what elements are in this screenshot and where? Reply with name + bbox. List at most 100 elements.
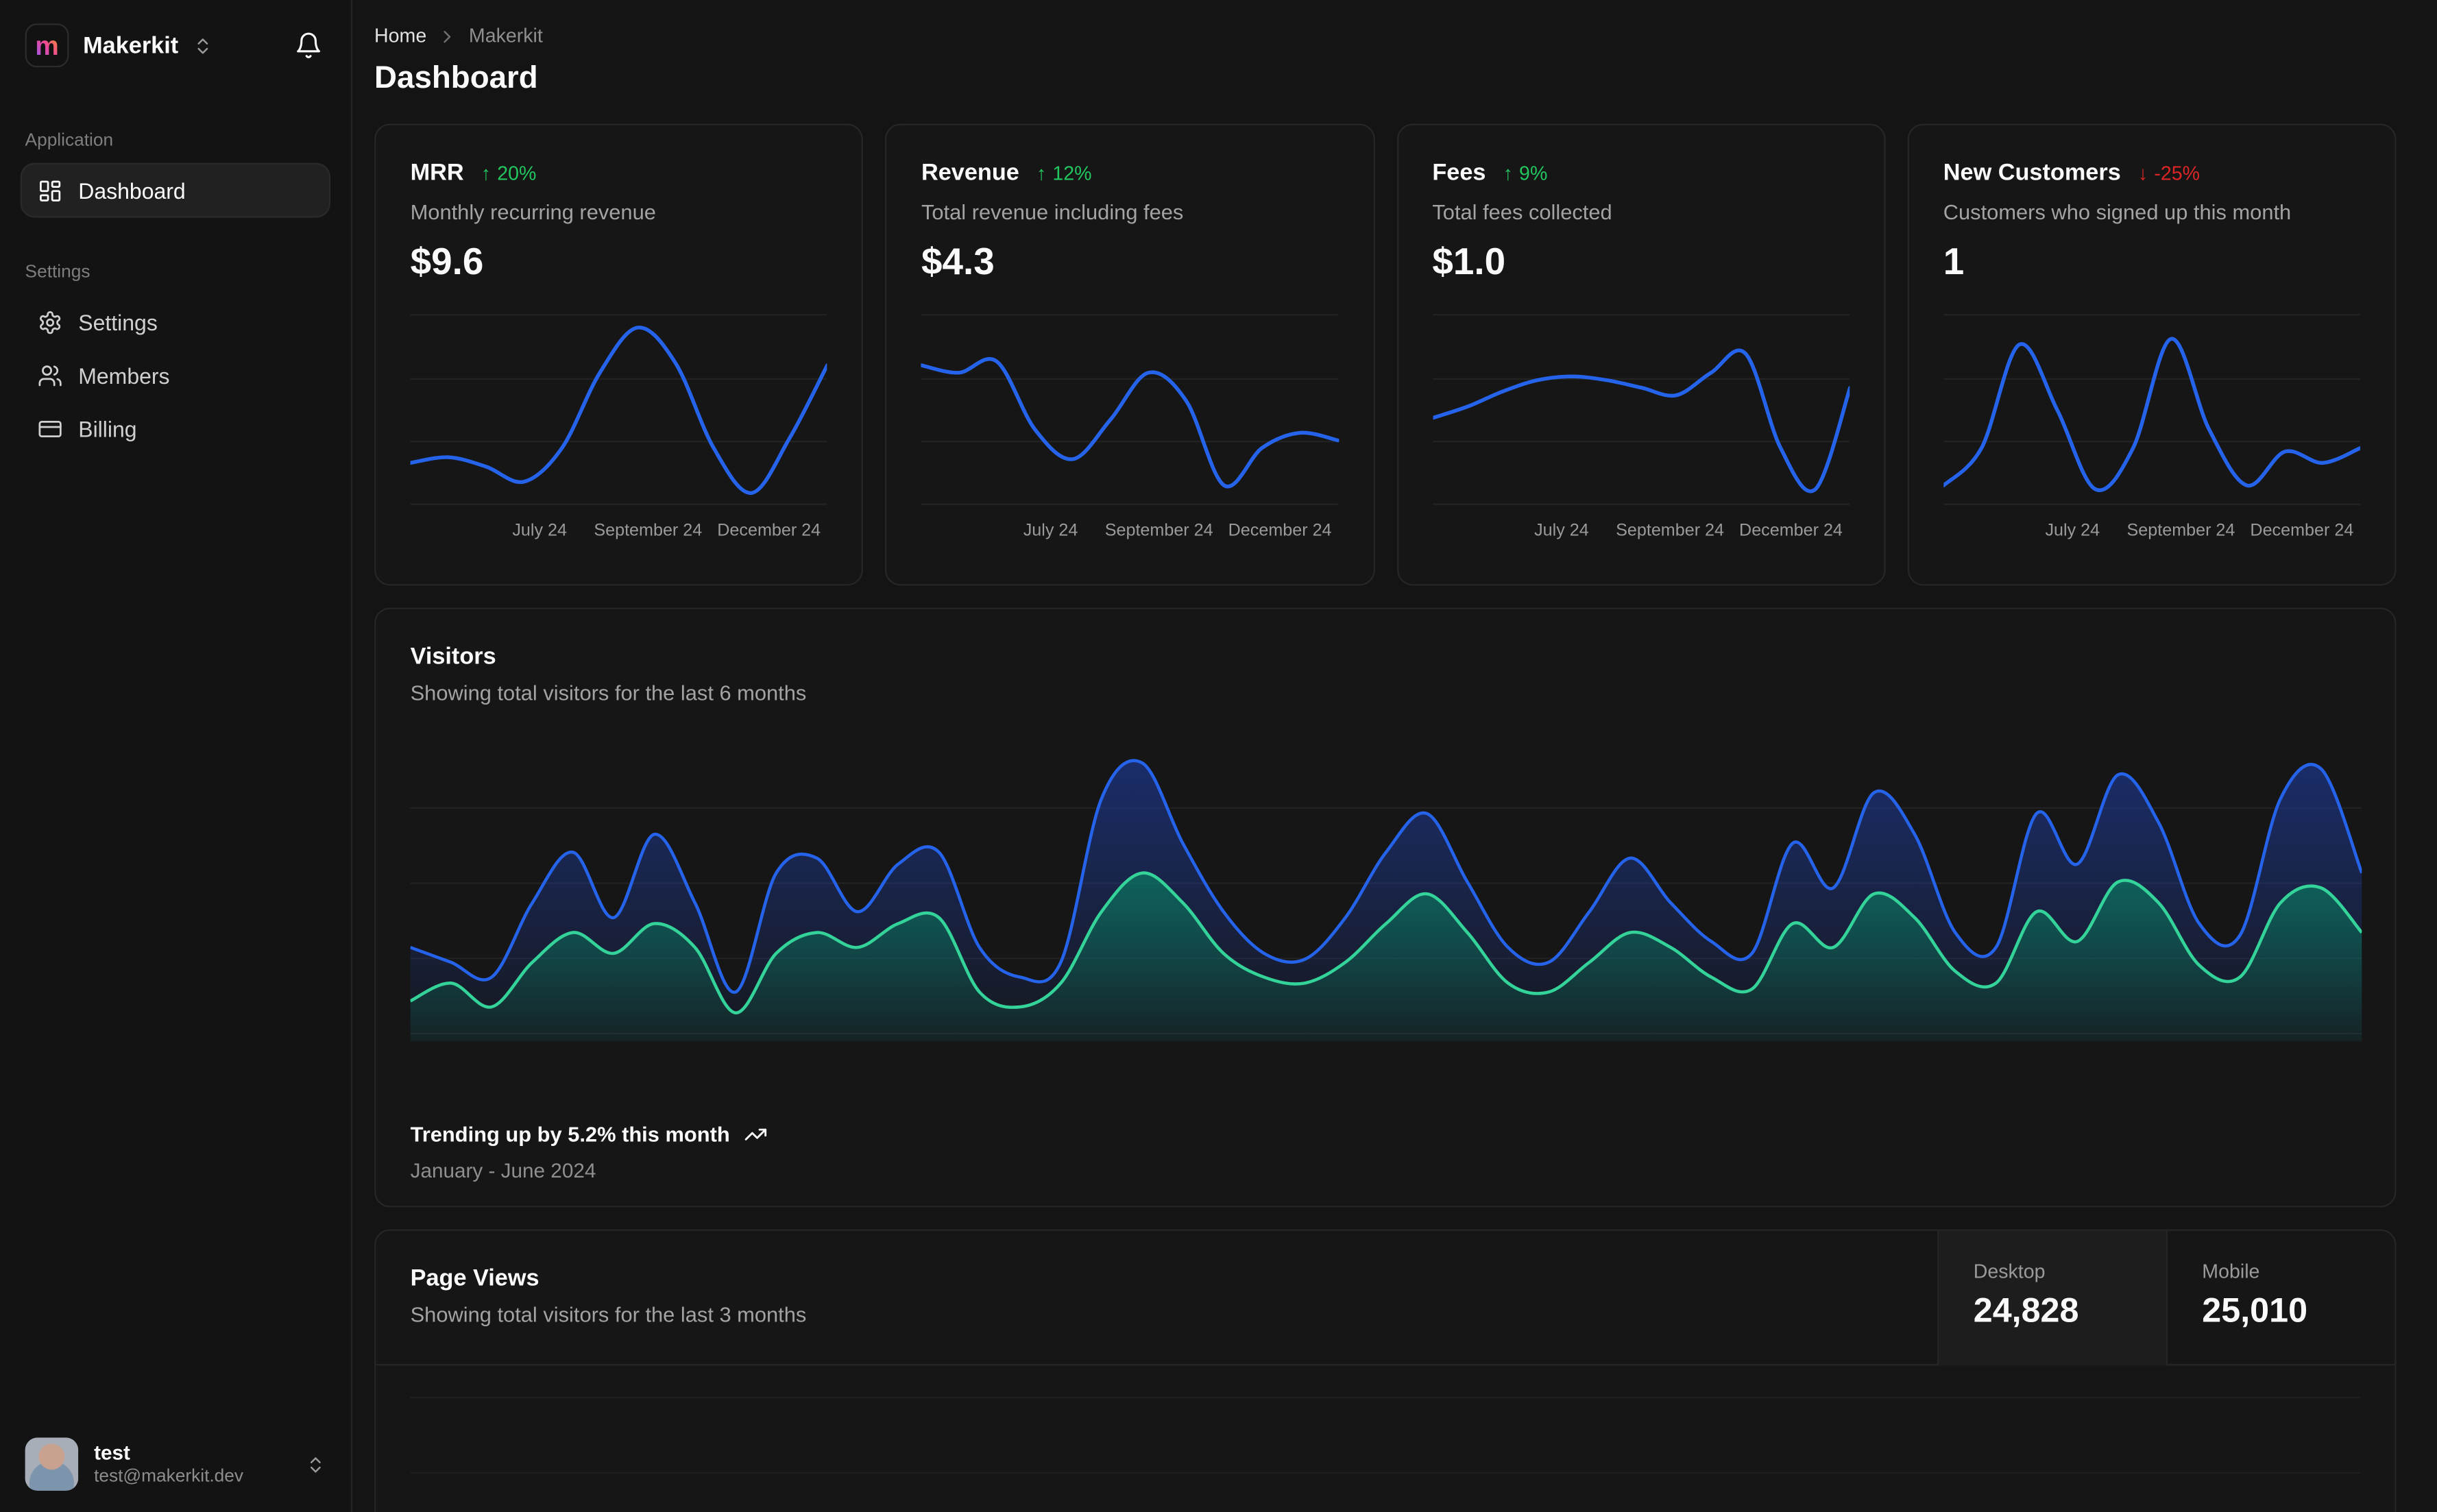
x-tick: July 24 [512, 521, 567, 541]
stat-value: $4.3 [921, 241, 995, 284]
stat-card-new-customers: New Customers ↓ -25% Customers who signed… [1907, 123, 2397, 586]
x-tick: September 24 [1104, 521, 1213, 541]
trend-badge: ↓ -25% [2138, 162, 2200, 184]
user-meta: test test@makerkit.dev [94, 1440, 243, 1488]
trend-badge: ↑ 12% [1036, 162, 1092, 184]
x-tick: September 24 [594, 521, 703, 541]
screenshot-root: m Makerkit Application Dashboard Setting… [0, 0, 2437, 1512]
breadcrumb-home[interactable]: Home [374, 25, 426, 47]
stat-card-fees: Fees ↑ 9% Total fees collected $1.0 July … [1396, 123, 1886, 586]
tab-mobile[interactable]: Mobile 25,010 [2166, 1230, 2395, 1366]
sidebar-item-members[interactable]: Members [22, 349, 329, 400]
visitors-trend-text: Trending up by 5.2% this month [410, 1123, 730, 1147]
x-tick: December 24 [717, 521, 821, 541]
gear-icon [40, 310, 61, 334]
sidebar-nav-settings: Settings Members Billing [22, 296, 329, 454]
stat-value: 1 [1943, 241, 1965, 284]
page-views-tabs: Desktop 24,828 Mobile 25,010 [1937, 1230, 2395, 1366]
makerkit-logo-icon: m [25, 23, 69, 68]
x-tick: July 24 [1534, 521, 1589, 541]
sidebar-item-label: Billing [78, 415, 137, 441]
sparkline-chart [921, 310, 1338, 510]
sparkline-x-axis: July 24 September 24 December 24 [411, 522, 827, 544]
layout-dashboard-icon [40, 180, 61, 201]
sidebar-item-label: Dashboard [78, 178, 186, 203]
trending-up-icon [744, 1128, 767, 1141]
page-views-card: Page Views Showing total visitors for th… [374, 1229, 2397, 1512]
visitors-card: Visitors Showing total visitors for the … [374, 607, 2397, 1208]
notifications-button[interactable] [288, 25, 328, 66]
page-views-header: Page Views Showing total visitors for th… [376, 1230, 2395, 1366]
sparkline-x-axis: July 24 September 24 December 24 [921, 522, 1338, 544]
breadcrumb-current: Makerkit [468, 25, 543, 47]
sparkline-path [1943, 339, 2360, 490]
x-tick: July 24 [1023, 521, 1078, 541]
visitors-area-chart [410, 735, 2362, 1042]
sidebar-item-label: Settings [78, 309, 158, 334]
x-tick: December 24 [1739, 521, 1843, 541]
main-content: Home Makerkit Dashboard MRR ↑ 20% Monthly… [352, 0, 2437, 1512]
stat-title: Revenue [921, 160, 1019, 186]
stat-title: Fees [1432, 160, 1486, 186]
sidebar-item-billing[interactable]: Billing [22, 402, 329, 454]
team-switcher[interactable]: m Makerkit [22, 21, 216, 71]
sidebar-header: m Makerkit [22, 19, 329, 72]
stat-card-mrr: MRR ↑ 20% Monthly recurring revenue $9.6 … [374, 123, 864, 586]
stat-card-revenue: Revenue ↑ 12% Total revenue including fee… [885, 123, 1374, 586]
visitors-subtitle: Showing total visitors for the last 6 mo… [410, 681, 807, 705]
stat-title: MRR [410, 160, 464, 186]
arrow-up-icon: ↑ [481, 162, 492, 184]
bell-icon [297, 32, 321, 58]
stat-subtitle: Total revenue including fees [921, 200, 1184, 224]
stat-cards-row: MRR ↑ 20% Monthly recurring revenue $9.6 … [374, 123, 2397, 586]
page-views-subtitle: Showing total visitors for the last 3 mo… [410, 1302, 807, 1327]
sparkline-path [921, 359, 1338, 487]
trend-value: 9% [1519, 162, 1548, 184]
sparkline-x-axis: July 24 September 24 December 24 [1432, 522, 1849, 544]
stat-value: $1.0 [1432, 241, 1506, 284]
visitors-trend-note: Trending up by 5.2% this month [411, 1123, 768, 1146]
tab-value: 25,010 [2202, 1290, 2308, 1330]
sparkline-path [411, 328, 827, 493]
trend-badge: ↑ 20% [481, 162, 537, 184]
sparkline-x-axis: July 24 September 24 December 24 [1943, 522, 2360, 544]
arrow-up-icon: ↑ [1503, 162, 1513, 184]
sparkline-path [1432, 350, 1849, 491]
chevrons-up-down-icon [310, 1456, 321, 1472]
stat-subtitle: Total fees collected [1432, 200, 1612, 224]
page-views-bar-chart [410, 1381, 2361, 1512]
team-name: Makerkit [83, 32, 179, 59]
trend-value: 12% [1052, 162, 1092, 184]
chevron-right-icon [444, 29, 452, 42]
page-views-title: Page Views [410, 1265, 539, 1292]
visitors-date-range: January - June 2024 [410, 1158, 596, 1182]
stat-value: $9.6 [410, 241, 484, 284]
stat-title: New Customers [1943, 160, 2121, 186]
sidebar-item-dashboard[interactable]: Dashboard [21, 164, 329, 217]
trend-badge: ↑ 9% [1503, 162, 1548, 184]
x-tick: December 24 [2250, 521, 2354, 541]
trend-value: 20% [497, 162, 537, 184]
credit-card-icon [38, 419, 62, 437]
sidebar-item-label: Members [78, 362, 170, 388]
svg-text:m: m [35, 32, 59, 61]
page-title: Dashboard [374, 61, 538, 96]
sidebar-section-settings: Settings [25, 263, 90, 282]
sparkline-chart [411, 310, 827, 510]
sparkline-chart [1432, 310, 1849, 510]
sidebar: m Makerkit Application Dashboard Setting… [0, 0, 353, 1512]
user-name: test [94, 1440, 130, 1464]
user-email: test@makerkit.dev [94, 1467, 244, 1487]
tab-desktop[interactable]: Desktop 24,828 [1937, 1230, 2166, 1366]
arrow-up-icon: ↑ [1036, 162, 1047, 184]
users-icon [38, 365, 62, 386]
stat-subtitle: Customers who signed up this month [1943, 200, 2292, 224]
x-tick: September 24 [1616, 521, 1725, 541]
arrow-down-icon: ↓ [2137, 162, 2148, 184]
breadcrumb: Home Makerkit [374, 25, 2397, 47]
x-tick: July 24 [2045, 521, 2100, 541]
user-menu[interactable]: test test@makerkit.dev [16, 1428, 335, 1500]
sidebar-section-application: Application [25, 131, 114, 151]
sidebar-item-settings[interactable]: Settings [22, 296, 329, 347]
tab-label: Desktop [1973, 1260, 2046, 1283]
